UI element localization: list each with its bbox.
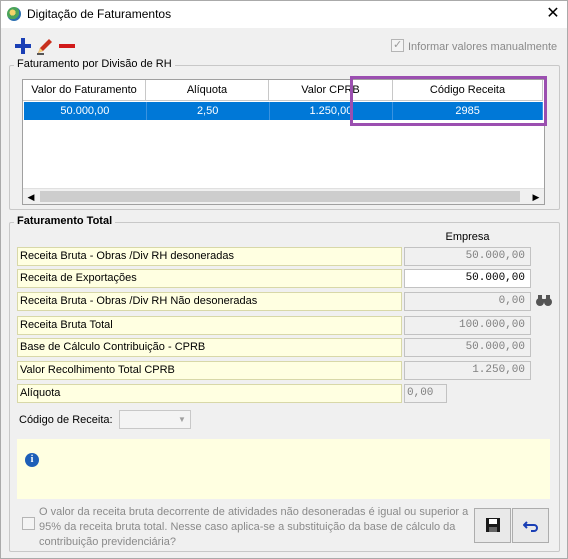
codigo-receita-select[interactable]: ▼ <box>119 410 191 429</box>
remove-icon[interactable] <box>57 36 77 56</box>
undo-button[interactable] <box>512 508 549 543</box>
field-value[interactable]: 50.000,00 <box>404 247 531 266</box>
field-value[interactable]: 0,00 <box>404 292 531 311</box>
save-button[interactable] <box>474 508 511 543</box>
window-title: Digitação de Faturamentos <box>27 7 172 21</box>
chevron-down-icon[interactable]: ▼ <box>174 411 190 428</box>
cell-valor-faturamento[interactable]: 50.000,00 <box>24 102 147 120</box>
cell-aliquota[interactable]: 2,50 <box>147 102 270 120</box>
manual-values-label: Informar valores manualmente <box>408 41 558 53</box>
field-value[interactable]: 100.000,00 <box>404 316 531 335</box>
title-bar: Digitação de Faturamentos ✕ <box>1 1 567 28</box>
field-label: Receita de Exportações <box>17 269 402 288</box>
field-value[interactable]: 50.000,00 <box>404 338 531 357</box>
manual-values-checkbox[interactable]: Informar valores manualmente <box>391 38 558 53</box>
field-label: Alíquota <box>17 384 402 403</box>
app-icon <box>7 7 21 21</box>
substitution-checkbox[interactable] <box>22 517 35 530</box>
total-group-legend: Faturamento Total <box>14 215 116 227</box>
division-group-legend: Faturamento por Divisão de RH <box>14 58 175 70</box>
column-header[interactable]: Valor do Faturamento <box>23 80 146 101</box>
horizontal-scrollbar[interactable]: ◀ ▶ <box>23 188 544 204</box>
field-label: Receita Bruta Total <box>17 316 402 335</box>
binoculars-icon[interactable] <box>534 290 554 310</box>
close-icon[interactable]: ✕ <box>539 2 567 26</box>
undo-icon <box>522 521 538 533</box>
column-header[interactable]: Alíquota <box>146 80 269 101</box>
empresa-header: Empresa <box>445 231 490 243</box>
field-label: Valor Recolhimento Total CPRB <box>17 361 402 380</box>
edit-icon[interactable] <box>35 36 55 56</box>
codigo-receita-highlight <box>350 76 547 126</box>
info-panel: i <box>17 439 550 499</box>
codigo-receita-label: Código de Receita: <box>19 414 113 426</box>
field-label: Base de Cálculo Contribuição - CPRB <box>17 338 402 357</box>
field-value[interactable]: 1.250,00 <box>404 361 531 380</box>
dialog-window: Digitação de Faturamentos ✕ Informar val… <box>0 0 568 559</box>
field-value[interactable]: 0,00 <box>404 384 447 403</box>
save-icon <box>485 518 500 533</box>
scroll-left-icon[interactable]: ◀ <box>23 189 39 205</box>
substitution-question: O valor da receita bruta decorrente de a… <box>39 506 469 548</box>
field-label: Receita Bruta - Obras /Div RH Não desone… <box>17 292 402 311</box>
field-value[interactable]: 50.000,00 <box>404 269 531 288</box>
field-label: Receita Bruta - Obras /Div RH desonerada… <box>17 247 402 266</box>
checkbox-box[interactable] <box>391 38 404 52</box>
scroll-thumb[interactable] <box>40 191 520 202</box>
add-icon[interactable] <box>13 36 33 56</box>
info-icon: i <box>25 453 39 467</box>
scroll-right-icon[interactable]: ▶ <box>528 189 544 205</box>
